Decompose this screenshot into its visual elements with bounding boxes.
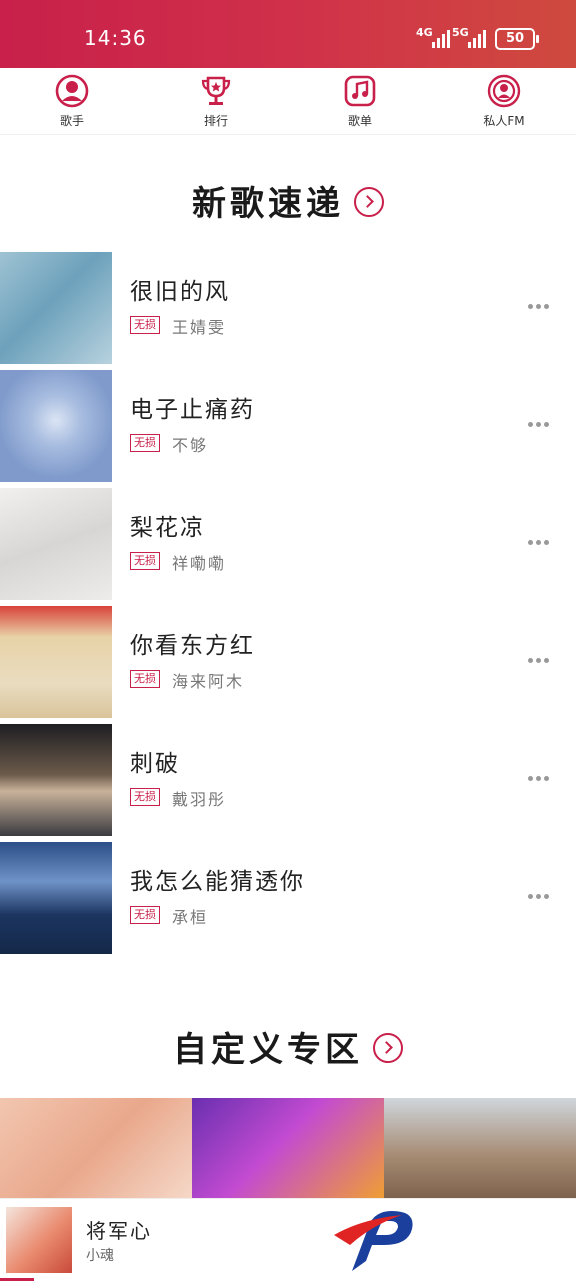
nav-item-playlist[interactable]: 歌单 xyxy=(288,68,432,134)
new-songs-title[interactable]: 新歌速递 xyxy=(0,176,576,225)
song-artist: 不够 xyxy=(172,436,209,455)
banner-card[interactable] xyxy=(0,1098,192,1202)
nav-item-ranking[interactable]: 排行 xyxy=(144,68,288,134)
song-artist: 王婧雯 xyxy=(172,318,227,337)
player-song-artist: 小魂 xyxy=(86,1248,114,1264)
song-item[interactable]: 很旧的风 无损 王婧雯 xyxy=(0,252,576,370)
signal-icon xyxy=(432,28,450,48)
song-title: 刺破 xyxy=(130,751,180,777)
album-cover xyxy=(0,252,112,364)
nav-item-fm[interactable]: 私人FM xyxy=(432,68,576,134)
song-item[interactable]: 电子止痛药 无损 不够 xyxy=(0,370,576,488)
song-title: 梨花凉 xyxy=(130,515,205,541)
album-cover xyxy=(0,606,112,718)
more-icon[interactable] xyxy=(528,776,552,782)
section-title-text: 新歌速递 xyxy=(192,184,344,224)
song-artist: 戴羽彤 xyxy=(172,790,227,809)
nav-item-singer[interactable]: 歌手 xyxy=(0,68,144,134)
song-title: 我怎么能猜透你 xyxy=(130,869,305,895)
more-icon[interactable] xyxy=(528,894,552,900)
section-title-text: 自定义专区 xyxy=(173,1030,363,1070)
custom-zone-title[interactable]: 自定义专区 xyxy=(0,1022,576,1071)
song-title: 你看东方红 xyxy=(130,633,255,659)
lossless-badge: 无损 xyxy=(130,316,160,334)
lossless-badge: 无损 xyxy=(130,434,160,452)
nav-label: 歌单 xyxy=(347,114,372,128)
song-item[interactable]: 我怎么能猜透你 无损 承桓 xyxy=(0,842,576,960)
network-4g-label: 4G xyxy=(416,26,433,39)
singer-icon xyxy=(55,74,89,108)
chevron-right-icon[interactable] xyxy=(354,186,384,217)
lossless-badge: 无损 xyxy=(130,906,160,924)
more-icon[interactable] xyxy=(528,658,552,664)
album-cover xyxy=(0,842,112,954)
song-artist: 承桓 xyxy=(172,908,209,927)
more-icon[interactable] xyxy=(528,422,552,428)
song-item[interactable]: 你看东方红 无损 海来阿木 xyxy=(0,606,576,724)
music-note-icon xyxy=(344,75,376,107)
nav-label: 私人FM xyxy=(483,114,525,128)
lossless-badge: 无损 xyxy=(130,552,160,570)
trophy-icon xyxy=(201,76,231,105)
top-nav: 歌手 排行 歌单 私人FM xyxy=(0,68,576,135)
more-icon[interactable] xyxy=(528,304,552,310)
song-artist: 祥嘞嘞 xyxy=(172,554,227,573)
chevron-right-icon[interactable] xyxy=(373,1032,403,1063)
app-logo-icon xyxy=(334,1211,413,1271)
player-song-title: 将军心 xyxy=(86,1219,152,1243)
lossless-badge: 无损 xyxy=(130,788,160,806)
radio-icon xyxy=(487,74,521,108)
battery-icon: 50 xyxy=(495,28,539,50)
song-item[interactable]: 梨花凉 无损 祥嘞嘞 xyxy=(0,488,576,606)
banner-card[interactable] xyxy=(192,1098,384,1202)
player-cover xyxy=(6,1207,72,1273)
signal-icon xyxy=(468,28,486,48)
song-list: 很旧的风 无损 王婧雯 电子止痛药 无损 不够 梨花凉 无损 祥嘞嘞 你看东方红… xyxy=(0,252,576,960)
song-title: 很旧的风 xyxy=(130,279,230,305)
song-item[interactable]: 刺破 无损 戴羽彤 xyxy=(0,724,576,842)
song-artist: 海来阿木 xyxy=(172,672,245,691)
album-cover xyxy=(0,370,112,482)
network-5g-label: 5G xyxy=(452,26,469,39)
status-time: 14:36 xyxy=(84,26,147,50)
nav-label: 排行 xyxy=(203,114,228,128)
album-cover xyxy=(0,488,112,600)
status-bar: 14:36 4G 5G 50 xyxy=(0,0,576,68)
more-icon[interactable] xyxy=(528,540,552,546)
song-title: 电子止痛药 xyxy=(130,397,255,423)
mini-player[interactable]: 将军心 小魂 xyxy=(0,1198,576,1281)
lossless-badge: 无损 xyxy=(130,670,160,688)
banner-card[interactable] xyxy=(384,1098,576,1202)
nav-label: 歌手 xyxy=(59,114,84,128)
custom-zone-banners xyxy=(0,1098,576,1202)
album-cover xyxy=(0,724,112,836)
